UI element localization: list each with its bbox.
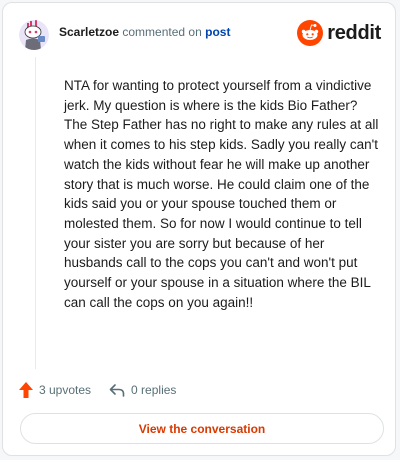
comment-meta: Scarletzoe commented on post <box>59 24 230 40</box>
reply-count: 0 replies <box>131 383 177 397</box>
upvote-arrow-icon <box>19 382 33 398</box>
username-link[interactable]: Scarletzoe <box>59 25 119 39</box>
reddit-wordmark: reddit <box>327 21 381 44</box>
thread-line <box>35 57 36 369</box>
comment-body: NTA for wanting to protect yourself from… <box>64 78 379 310</box>
reddit-logo-icon <box>297 20 324 46</box>
post-link[interactable]: post <box>205 25 230 39</box>
view-conversation-button[interactable]: View the conversation <box>20 413 384 444</box>
reddit-brand[interactable]: reddit <box>297 20 381 46</box>
reply-arrow-icon <box>109 384 125 397</box>
reply-button[interactable]: 0 replies <box>109 383 176 397</box>
commented-on-text: commented on <box>122 25 202 39</box>
upvote-count: 3 upvotes <box>39 383 92 397</box>
comment-card: Scarletzoe commented on post reddit NTA … <box>2 2 396 456</box>
comment-header: Scarletzoe commented on post reddit <box>19 17 381 53</box>
comment-actions: 3 upvotes 0 replies <box>19 379 194 401</box>
upvote-button[interactable]: 3 upvotes <box>19 382 91 398</box>
snoo-avatar-icon[interactable] <box>19 20 49 50</box>
